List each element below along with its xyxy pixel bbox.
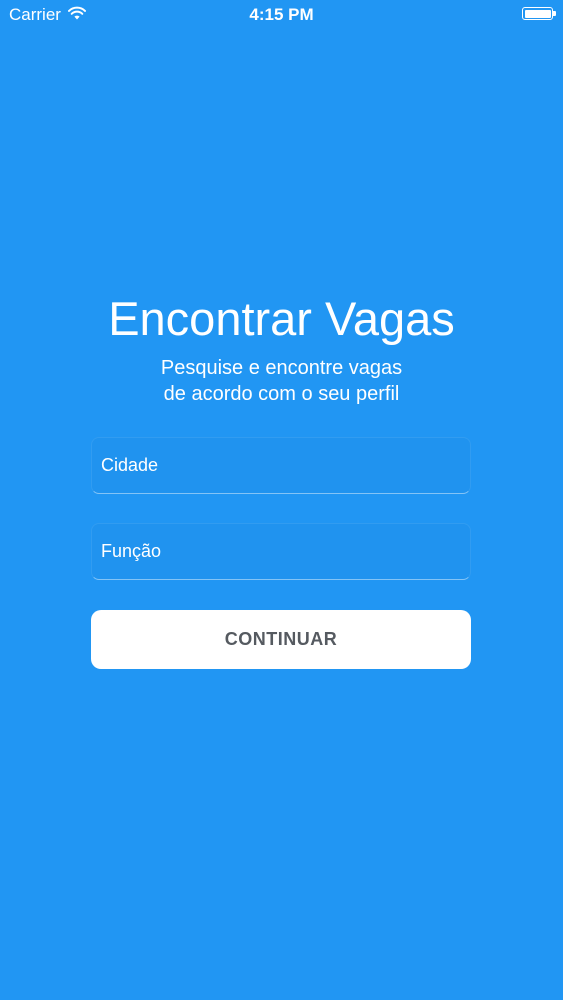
subtitle-line-2: de acordo com o seu perfil: [163, 383, 400, 405]
subtitle-line-1: Pesquise e encontre vagas: [160, 357, 403, 379]
status-bar: Carrier 4:15 PM: [0, 0, 563, 30]
battery-tip: [553, 11, 556, 16]
page-subtitle: Pesquise e encontre vagas de acordo com …: [0, 355, 563, 407]
city-input[interactable]: [92, 438, 470, 493]
page-title: Encontrar Vagas: [108, 292, 455, 345]
role-field-container: [91, 523, 471, 580]
city-field-container: [91, 437, 471, 494]
battery-level: [524, 9, 551, 18]
role-input[interactable]: [92, 524, 470, 579]
battery-icon: [522, 7, 553, 20]
continue-button[interactable]: CONTINUAR: [91, 610, 471, 669]
status-time: 4:15 PM: [249, 5, 314, 24]
